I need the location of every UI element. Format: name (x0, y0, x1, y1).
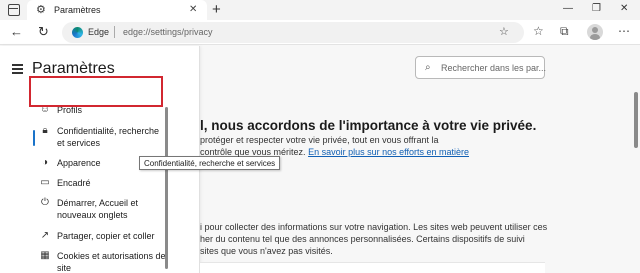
intro-text-line-2: contrôle que vous méritez. En savoir plu… (200, 146, 469, 158)
tracking-text-line-1: i pour collecter des informations sur vo… (200, 222, 548, 232)
more-options-icon[interactable]: ⋯ (618, 24, 630, 39)
collections-icon[interactable]: ⧉ (560, 24, 569, 39)
tab-title: Paramètres (54, 5, 101, 15)
sidebar-item-privacy[interactable]: 🔒︎ Confidentialité, recherche et service… (30, 125, 170, 151)
favorites-icon[interactable]: ☆ (533, 24, 544, 39)
sidebar-panel-icon: ▭ (40, 177, 50, 188)
close-tab-icon[interactable]: ✕ (189, 3, 197, 17)
privacy-learn-more-link[interactable]: En savoir plus sur nos efforts en matièr… (308, 147, 469, 157)
sidebar-item-label: Confidentialité, recherche et services (57, 126, 160, 148)
intro-text-prefix: contrôle que vous méritez. (200, 147, 306, 157)
edge-logo-icon (72, 27, 83, 38)
intro-text-line-1: protéger et respecter votre vie privée, … (200, 135, 439, 145)
settings-search-input[interactable]: ⌕ Rechercher dans les par... (415, 56, 547, 79)
browser-toolbar: ← ↻ Edge edge://settings/privacy ☆ ☆ ⧉ ⋯ (0, 20, 640, 45)
minimize-icon[interactable]: — (563, 2, 573, 16)
site-name: Edge (88, 27, 110, 37)
menu-icon[interactable] (12, 64, 23, 76)
power-icon: ⏻ (41, 197, 49, 208)
sidebar-item-label: Partager, copier et coller (57, 231, 155, 241)
refresh-icon[interactable]: ↻ (38, 24, 49, 39)
main-scrollbar[interactable] (634, 92, 638, 148)
close-window-icon[interactable]: ✕ (620, 2, 628, 16)
new-tab-icon[interactable]: + (212, 1, 221, 18)
url-text[interactable]: edge://settings/privacy (123, 27, 213, 37)
page-heading: l, nous accordons de l'importance à votr… (200, 118, 537, 133)
title-bar: ⚙ Paramètres ✕ + — ❐ ✕ (0, 0, 640, 20)
avatar[interactable] (587, 24, 603, 40)
sidebar-scrollbar[interactable] (165, 107, 168, 269)
search-icon: ⌕ (425, 62, 431, 73)
lock-icon: 🔒︎ (42, 125, 48, 136)
maximize-icon[interactable]: ❐ (592, 2, 601, 16)
active-indicator (33, 130, 35, 146)
cookies-icon: ▦ (40, 250, 50, 261)
sidebar-item-label: Encadré (57, 178, 91, 188)
tooltip: Confidentialité, recherche et services (139, 156, 281, 170)
sidebar-item-label: Cookies et autorisations de site (57, 251, 166, 273)
address-separator (114, 26, 115, 38)
appearance-icon: ◑ (41, 157, 49, 168)
gear-icon: ⚙ (36, 4, 46, 16)
share-icon: ↗ (40, 230, 50, 241)
tab-actions-icon[interactable] (8, 4, 20, 16)
favorite-star-add-icon[interactable]: ☆ (499, 25, 509, 39)
search-placeholder: Rechercher dans les par... (441, 63, 547, 73)
tracking-text-line-2: her du contenu tel que des annonces pers… (200, 234, 525, 244)
address-bar[interactable]: Edge edge://settings/privacy ☆ (62, 22, 524, 43)
tab-settings[interactable]: ⚙ Paramètres ✕ (27, 0, 207, 20)
settings-card (200, 262, 545, 273)
sidebar-item-label: Démarrer, Accueil et nouveaux onglets (57, 198, 139, 220)
back-icon[interactable]: ← (10, 24, 23, 39)
highlight-box (29, 76, 163, 107)
tracking-text-line-3: sites que vous n'avez pas visités. (200, 246, 333, 256)
